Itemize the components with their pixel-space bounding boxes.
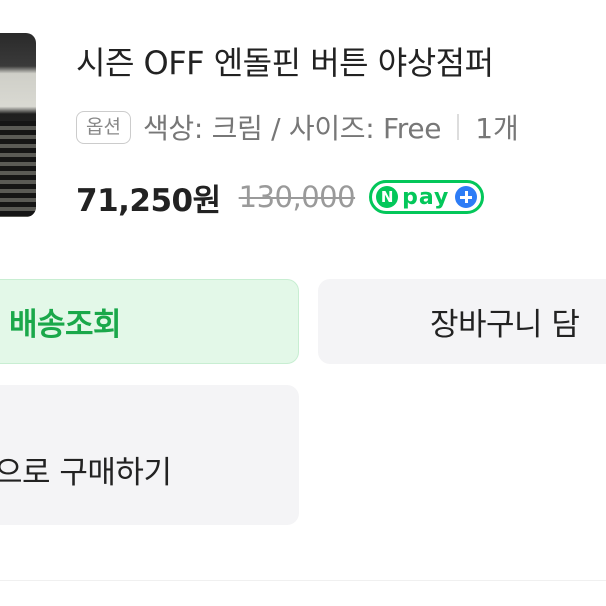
plus-icon — [455, 186, 478, 208]
bottom-divider — [0, 580, 606, 581]
quantity-text: 1개 — [475, 112, 519, 145]
npay-n-icon: N — [376, 186, 399, 208]
option-text: 색상: 크림 / 사이즈: Free — [142, 112, 442, 145]
product-thumbnail[interactable] — [0, 33, 36, 217]
track-delivery-button[interactable]: 배송조회 — [0, 279, 299, 364]
npay-plus-badge: N pay — [369, 180, 485, 214]
order-item-card: 시즌 OFF 엔돌핀 버튼 야상점퍼 옵션 색상: 크림 / 사이즈: Free… — [0, 0, 606, 606]
option-divider — [457, 114, 460, 140]
option-badge: 옵션 — [76, 110, 131, 144]
original-price: 130,000 — [238, 180, 356, 214]
add-to-cart-button[interactable]: 장바구니 담 — [318, 279, 606, 364]
option-row: 옵션 색상: 크림 / 사이즈: Free 1개 — [76, 104, 519, 150]
sale-price: 71,250원 — [76, 182, 221, 219]
buy-button[interactable]: 으로 구매하기 — [0, 385, 299, 525]
thumbnail-pattern — [0, 121, 36, 217]
npay-text: pay — [402, 184, 450, 210]
product-title[interactable]: 시즌 OFF 엔돌핀 버튼 야상점퍼 — [76, 38, 494, 84]
price-row: 71,250원 130,000 N pay — [76, 172, 485, 222]
